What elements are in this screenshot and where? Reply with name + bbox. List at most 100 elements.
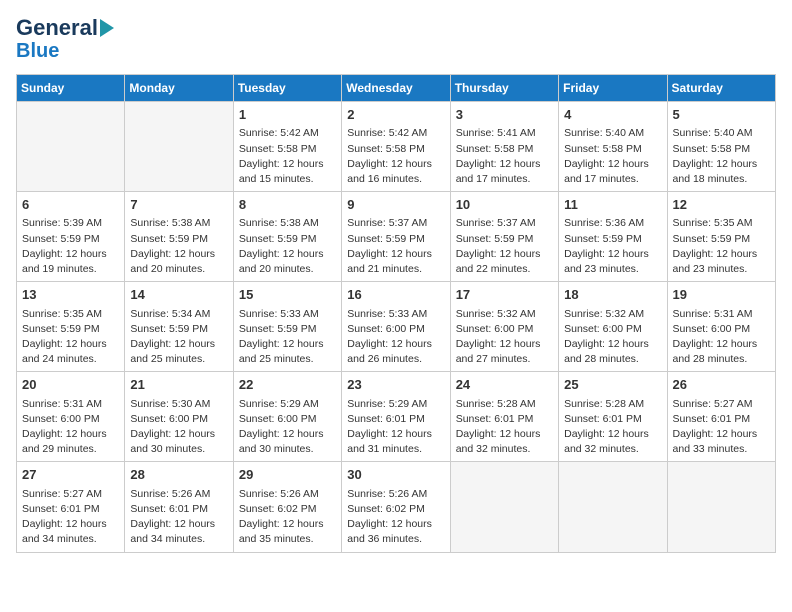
day-number: 26 [673,376,770,394]
calendar-day-header: Monday [125,75,233,102]
calendar-cell: 12 Sunrise: 5:35 AM Sunset: 5:59 PM Dayli… [667,192,775,282]
day-number: 25 [564,376,661,394]
day-number: 20 [22,376,119,394]
day-info: Sunrise: 5:27 AM Sunset: 6:01 PM Dayligh… [673,397,770,458]
day-number: 19 [673,286,770,304]
day-number: 18 [564,286,661,304]
day-number: 24 [456,376,553,394]
calendar-cell: 6Sunrise: 5:39 AM Sunset: 5:59 PM Daylig… [17,192,125,282]
calendar-cell: 25 Sunrise: 5:28 AM Sunset: 6:01 PM Dayli… [559,372,667,462]
day-info: Sunrise: 5:33 AM Sunset: 6:00 PM Dayligh… [347,307,444,368]
day-info: Sunrise: 5:40 AM Sunset: 5:58 PM Dayligh… [673,126,770,187]
page-header: General Blue [16,16,776,62]
calendar-week-row: 1 Sunrise: 5:42 AM Sunset: 5:58 PM Daylig… [17,102,776,192]
day-number: 17 [456,286,553,304]
calendar-cell: 24 Sunrise: 5:28 AM Sunset: 6:01 PM Dayli… [450,372,558,462]
calendar-cell: 17Sunrise: 5:32 AM Sunset: 6:00 PM Dayli… [450,282,558,372]
calendar-cell: 5Sunrise: 5:40 AM Sunset: 5:58 PM Daylig… [667,102,775,192]
calendar-cell: 18 Sunrise: 5:32 AM Sunset: 6:00 PM Dayli… [559,282,667,372]
day-number: 28 [130,466,227,484]
calendar-day-header: Thursday [450,75,558,102]
calendar-cell: 22 Sunrise: 5:29 AM Sunset: 6:00 PM Dayli… [233,372,341,462]
calendar-week-row: 13 Sunrise: 5:35 AM Sunset: 5:59 PM Dayli… [17,282,776,372]
day-info: Sunrise: 5:26 AM Sunset: 6:02 PM Dayligh… [239,487,336,548]
day-info: Sunrise: 5:33 AM Sunset: 5:59 PM Dayligh… [239,307,336,368]
day-number: 3 [456,106,553,124]
day-info: Sunrise: 5:28 AM Sunset: 6:01 PM Dayligh… [564,397,661,458]
day-number: 12 [673,196,770,214]
day-number: 6 [22,196,119,214]
day-info: Sunrise: 5:28 AM Sunset: 6:01 PM Dayligh… [456,397,553,458]
day-info: Sunrise: 5:42 AM Sunset: 5:58 PM Dayligh… [239,126,336,187]
day-info: Sunrise: 5:29 AM Sunset: 6:00 PM Dayligh… [239,397,336,458]
day-info: Sunrise: 5:42 AM Sunset: 5:58 PM Dayligh… [347,126,444,187]
calendar-cell: 1 Sunrise: 5:42 AM Sunset: 5:58 PM Daylig… [233,102,341,192]
calendar-table: SundayMondayTuesdayWednesdayThursdayFrid… [16,74,776,552]
calendar-day-header: Saturday [667,75,775,102]
calendar-day-header: Wednesday [342,75,450,102]
calendar-header-row: SundayMondayTuesdayWednesdayThursdayFrid… [17,75,776,102]
logo: General Blue [16,16,114,62]
day-info: Sunrise: 5:27 AM Sunset: 6:01 PM Dayligh… [22,487,119,548]
calendar-cell: 21 Sunrise: 5:30 AM Sunset: 6:00 PM Dayli… [125,372,233,462]
day-number: 16 [347,286,444,304]
day-number: 14 [130,286,227,304]
calendar-cell: 9 Sunrise: 5:37 AM Sunset: 5:59 PM Daylig… [342,192,450,282]
day-info: Sunrise: 5:35 AM Sunset: 5:59 PM Dayligh… [673,216,770,277]
logo-arrow-icon [100,19,114,37]
day-info: Sunrise: 5:36 AM Sunset: 5:59 PM Dayligh… [564,216,661,277]
day-number: 23 [347,376,444,394]
day-number: 10 [456,196,553,214]
day-number: 15 [239,286,336,304]
calendar-cell: 16 Sunrise: 5:33 AM Sunset: 6:00 PM Dayli… [342,282,450,372]
day-info: Sunrise: 5:30 AM Sunset: 6:00 PM Dayligh… [130,397,227,458]
calendar-cell: 19 Sunrise: 5:31 AM Sunset: 6:00 PM Dayli… [667,282,775,372]
day-number: 7 [130,196,227,214]
calendar-week-row: 6Sunrise: 5:39 AM Sunset: 5:59 PM Daylig… [17,192,776,282]
day-number: 1 [239,106,336,124]
day-number: 22 [239,376,336,394]
calendar-day-header: Sunday [17,75,125,102]
day-info: Sunrise: 5:38 AM Sunset: 5:59 PM Dayligh… [239,216,336,277]
calendar-day-header: Tuesday [233,75,341,102]
calendar-cell: 7 Sunrise: 5:38 AM Sunset: 5:59 PM Daylig… [125,192,233,282]
day-info: Sunrise: 5:38 AM Sunset: 5:59 PM Dayligh… [130,216,227,277]
day-info: Sunrise: 5:35 AM Sunset: 5:59 PM Dayligh… [22,307,119,368]
calendar-cell: 10 Sunrise: 5:37 AM Sunset: 5:59 PM Dayli… [450,192,558,282]
calendar-cell: 4Sunrise: 5:40 AM Sunset: 5:58 PM Daylig… [559,102,667,192]
day-info: Sunrise: 5:32 AM Sunset: 6:00 PM Dayligh… [564,307,661,368]
calendar-cell [17,102,125,192]
calendar-cell: 13 Sunrise: 5:35 AM Sunset: 5:59 PM Dayli… [17,282,125,372]
day-info: Sunrise: 5:37 AM Sunset: 5:59 PM Dayligh… [456,216,553,277]
day-number: 30 [347,466,444,484]
day-info: Sunrise: 5:41 AM Sunset: 5:58 PM Dayligh… [456,126,553,187]
calendar-cell: 2Sunrise: 5:42 AM Sunset: 5:58 PM Daylig… [342,102,450,192]
day-info: Sunrise: 5:37 AM Sunset: 5:59 PM Dayligh… [347,216,444,277]
day-info: Sunrise: 5:29 AM Sunset: 6:01 PM Dayligh… [347,397,444,458]
calendar-cell [125,102,233,192]
logo-text-blue: Blue [16,40,59,62]
calendar-day-header: Friday [559,75,667,102]
calendar-cell: 11 Sunrise: 5:36 AM Sunset: 5:59 PM Dayli… [559,192,667,282]
calendar-cell: 3 Sunrise: 5:41 AM Sunset: 5:58 PM Daylig… [450,102,558,192]
day-number: 9 [347,196,444,214]
calendar-cell: 28 Sunrise: 5:26 AM Sunset: 6:01 PM Dayli… [125,462,233,552]
calendar-cell [559,462,667,552]
day-number: 27 [22,466,119,484]
day-info: Sunrise: 5:31 AM Sunset: 6:00 PM Dayligh… [673,307,770,368]
day-number: 13 [22,286,119,304]
day-info: Sunrise: 5:26 AM Sunset: 6:01 PM Dayligh… [130,487,227,548]
day-number: 4 [564,106,661,124]
calendar-cell: 30 Sunrise: 5:26 AM Sunset: 6:02 PM Dayli… [342,462,450,552]
calendar-week-row: 20 Sunrise: 5:31 AM Sunset: 6:00 PM Dayli… [17,372,776,462]
calendar-cell: 26 Sunrise: 5:27 AM Sunset: 6:01 PM Dayli… [667,372,775,462]
day-number: 11 [564,196,661,214]
day-info: Sunrise: 5:31 AM Sunset: 6:00 PM Dayligh… [22,397,119,458]
day-info: Sunrise: 5:26 AM Sunset: 6:02 PM Dayligh… [347,487,444,548]
day-number: 21 [130,376,227,394]
calendar-cell: 27 Sunrise: 5:27 AM Sunset: 6:01 PM Dayli… [17,462,125,552]
calendar-cell [667,462,775,552]
logo-text-general: General [16,16,98,40]
calendar-cell [450,462,558,552]
calendar-cell: 8Sunrise: 5:38 AM Sunset: 5:59 PM Daylig… [233,192,341,282]
